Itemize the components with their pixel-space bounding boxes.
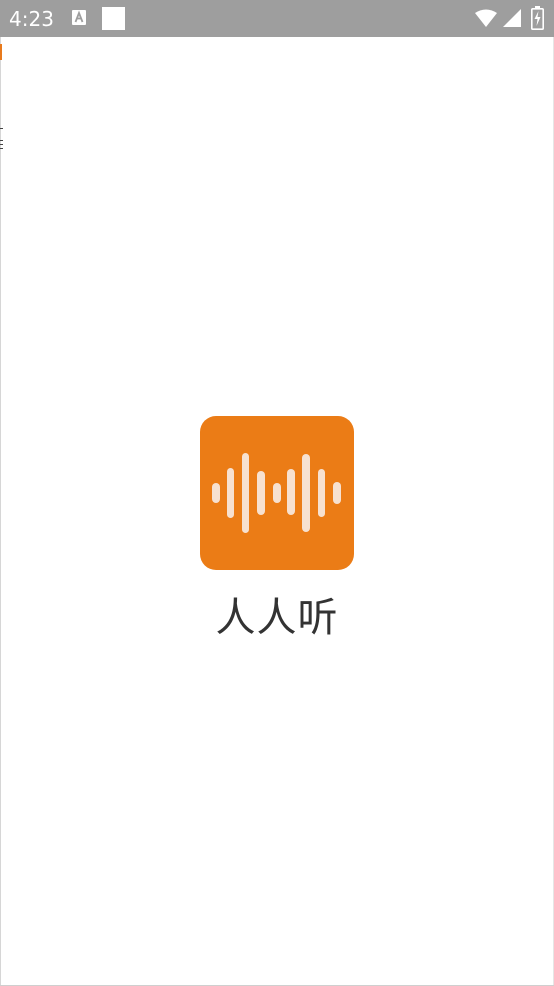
left-edge-accent: [0, 44, 2, 60]
cellular-signal-icon: [503, 9, 521, 27]
wifi-icon: [475, 9, 497, 27]
left-edge-tick: [0, 128, 3, 149]
keyboard-a-icon: [72, 10, 86, 25]
left-edge-line: [0, 37, 1, 986]
app-name: 人人听: [215, 595, 339, 641]
notification-square-icon: [102, 7, 125, 30]
battery-charging-icon: [531, 6, 544, 30]
status-bar: 4:23: [0, 0, 554, 37]
status-time: 4:23: [9, 7, 54, 31]
sound-wave-icon: [212, 453, 341, 533]
splash-screen: 4:23 人人听: [0, 0, 554, 986]
app-logo: [200, 416, 354, 570]
